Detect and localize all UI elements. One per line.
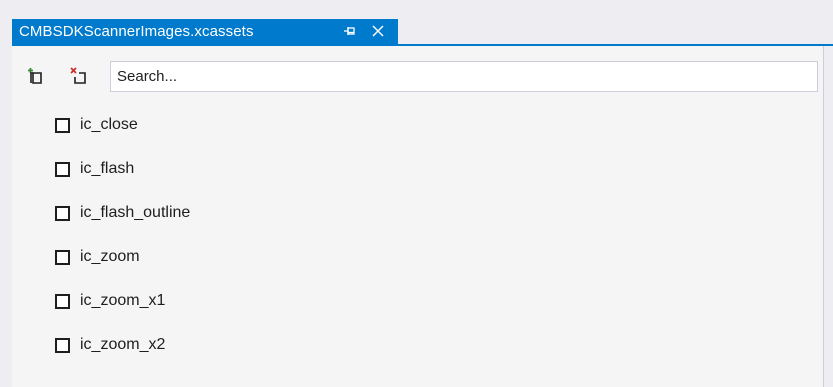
asset-toolbar	[12, 57, 824, 93]
remove-asset-icon[interactable]	[68, 65, 90, 87]
close-icon[interactable]	[369, 21, 387, 41]
asset-label: ic_zoom_x1	[80, 292, 166, 309]
list-item[interactable]: ic_zoom_x2	[12, 326, 824, 370]
list-item[interactable]: ic_zoom	[12, 238, 824, 282]
editor-window: CMBSDKScannerImages.xcassets Search... i…	[0, 0, 833, 387]
asset-label: ic_zoom	[80, 248, 140, 265]
asset-checkbox[interactable]	[55, 294, 70, 309]
asset-checkbox[interactable]	[55, 162, 70, 177]
list-item[interactable]: ic_close	[12, 106, 824, 150]
asset-checkbox[interactable]	[55, 338, 70, 353]
asset-label: ic_close	[80, 116, 138, 133]
tab-title: CMBSDKScannerImages.xcassets	[19, 23, 254, 40]
asset-checkbox[interactable]	[55, 250, 70, 265]
asset-label: ic_flash_outline	[80, 204, 191, 221]
add-asset-icon[interactable]	[26, 65, 48, 87]
asset-catalog-panel: ic_close ic_flash ic_flash_outline ic_zo…	[12, 46, 824, 387]
list-item[interactable]: ic_zoom_x1	[12, 282, 824, 326]
asset-checkbox[interactable]	[55, 206, 70, 221]
asset-checkbox[interactable]	[55, 118, 70, 133]
document-tab[interactable]: CMBSDKScannerImages.xcassets	[12, 19, 398, 44]
list-item[interactable]: ic_flash	[12, 150, 824, 194]
list-item[interactable]: ic_flash_outline	[12, 194, 824, 238]
document-tab-strip: CMBSDKScannerImages.xcassets	[0, 0, 833, 44]
asset-list: ic_close ic_flash ic_flash_outline ic_zo…	[12, 106, 824, 370]
search-input[interactable]	[110, 61, 818, 92]
pin-icon[interactable]	[342, 21, 358, 41]
asset-label: ic_zoom_x2	[80, 336, 166, 353]
asset-label: ic_flash	[80, 160, 135, 177]
